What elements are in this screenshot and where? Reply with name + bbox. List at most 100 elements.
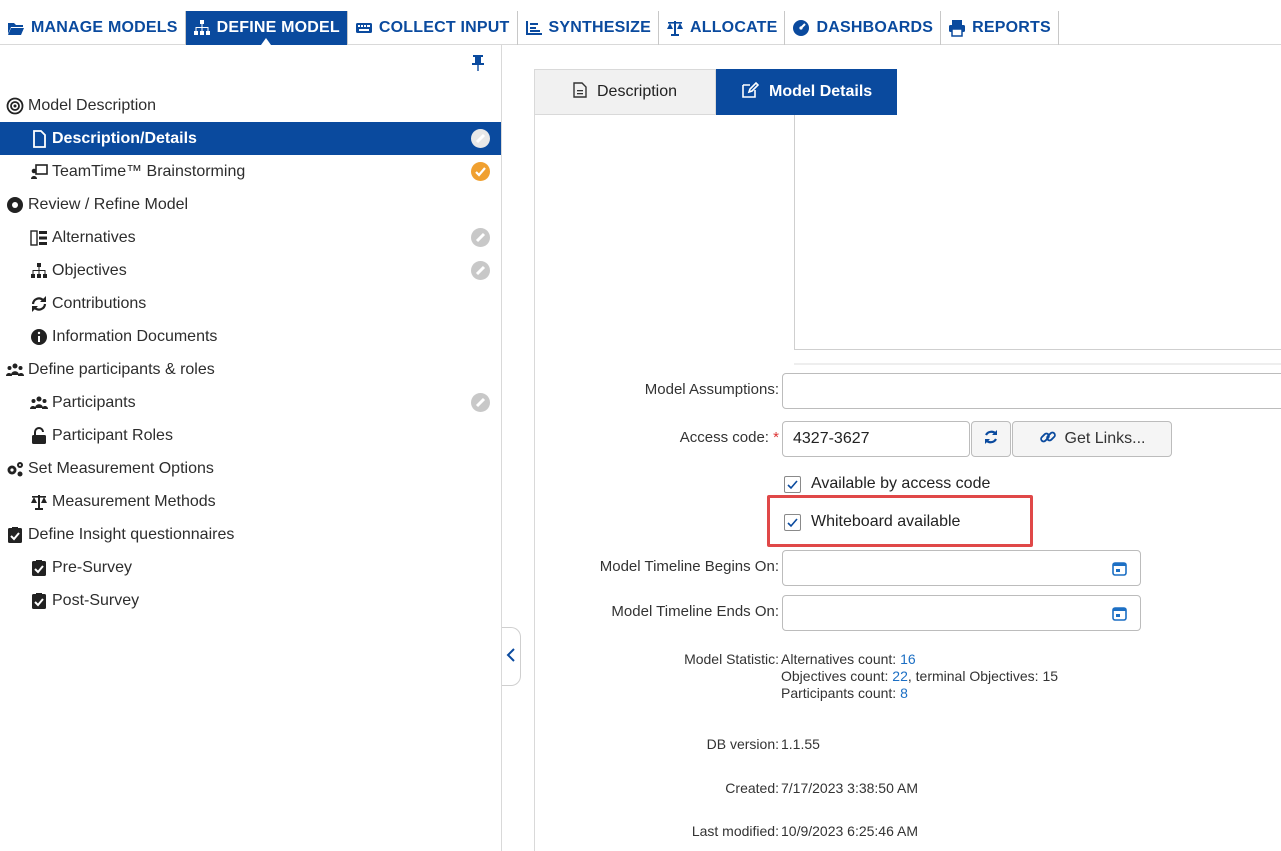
folder-open-icon bbox=[7, 19, 25, 37]
sidebar-item-label: Pre-Survey bbox=[52, 558, 133, 576]
sidebar-item-label: Participant Roles bbox=[52, 426, 173, 444]
tab-label: Description bbox=[597, 83, 678, 100]
sidebar: Model Description Description/Details Team… bbox=[0, 45, 502, 851]
sidebar-item-label: Information Documents bbox=[52, 327, 218, 345]
objectives-count-link[interactable]: 22 bbox=[892, 668, 908, 684]
db-version-value: 1.1.55 bbox=[781, 736, 820, 752]
nav-label: DEFINE MODEL bbox=[216, 19, 340, 36]
circle-icon bbox=[6, 196, 24, 214]
sidebar-item-define-participants-roles[interactable]: Define participants & roles bbox=[0, 353, 501, 386]
link-icon bbox=[1039, 428, 1057, 451]
alternatives-count-line: Alternatives count: 16 bbox=[781, 651, 1058, 668]
sidebar-item-pre-survey[interactable]: Pre-Survey bbox=[0, 551, 501, 584]
nav-manage-models[interactable]: MANAGE MODELS bbox=[0, 11, 186, 45]
created-label: Created: bbox=[725, 780, 779, 796]
sidebar-item-label: Post-Survey bbox=[52, 591, 140, 609]
nav-allocate[interactable]: ALLOCATE bbox=[659, 11, 786, 45]
objectives-count-line: Objectives count: 22, terminal Objective… bbox=[781, 668, 1058, 685]
chevron-left-icon bbox=[506, 647, 516, 666]
sidebar-item-participant-roles[interactable]: Participant Roles bbox=[0, 419, 501, 452]
sidebar-item-model-description[interactable]: Model Description bbox=[0, 89, 501, 122]
sidebar-item-review-refine-model[interactable]: Review / Refine Model bbox=[0, 188, 501, 221]
cogs-icon bbox=[6, 460, 24, 478]
sidebar-item-description-details[interactable]: Description/Details bbox=[0, 122, 501, 155]
model-description-editor[interactable] bbox=[794, 115, 1281, 350]
nav-collect-input[interactable]: COLLECT INPUT bbox=[348, 11, 518, 45]
sidebar-item-teamtime-brainstorming[interactable]: TeamTime™ Brainstorming bbox=[0, 155, 501, 188]
file-text-icon bbox=[573, 81, 587, 103]
list-icon bbox=[30, 229, 48, 247]
tab-label: Model Details bbox=[769, 83, 873, 100]
balance-scale-icon bbox=[666, 19, 684, 37]
users-icon bbox=[30, 394, 48, 412]
sidebar-item-label: Contributions bbox=[52, 294, 147, 312]
alternatives-count-link[interactable]: 16 bbox=[900, 651, 916, 667]
sidebar-item-label: Measurement Methods bbox=[52, 492, 216, 510]
pin-icon[interactable] bbox=[470, 54, 486, 72]
calendar-icon[interactable] bbox=[1112, 561, 1127, 576]
divider bbox=[794, 363, 1281, 365]
collapse-sidebar-button[interactable] bbox=[502, 627, 521, 686]
balance-scale-icon bbox=[30, 493, 48, 511]
available-by-code-option[interactable]: Available by access code bbox=[784, 475, 990, 493]
sidebar-tree: Model Description Description/Details Team… bbox=[0, 89, 501, 617]
main-nav-bar: MANAGE MODELS DEFINE MODEL COLLECT INPUT… bbox=[0, 11, 1059, 45]
calendar-icon[interactable] bbox=[1112, 606, 1127, 621]
sidebar-item-label: Define Insight questionnaires bbox=[28, 525, 235, 543]
tab-model-details[interactable]: Model Details bbox=[716, 69, 898, 115]
status-pending-icon bbox=[471, 393, 490, 412]
gauge-icon bbox=[792, 19, 810, 37]
status-pending-icon bbox=[471, 261, 490, 280]
sidebar-item-define-insight-questionnaires[interactable]: Define Insight questionnaires bbox=[0, 518, 501, 551]
bar-chart-icon bbox=[525, 19, 543, 37]
timeline-begins-input[interactable] bbox=[782, 550, 1141, 586]
main-content: Description Model Details Model Assumpti… bbox=[522, 45, 1281, 851]
nav-reports[interactable]: REPORTS bbox=[941, 11, 1059, 45]
nav-dashboards[interactable]: DASHBOARDS bbox=[785, 11, 942, 45]
presentation-icon bbox=[30, 163, 48, 181]
nav-synthesize[interactable]: SYNTHESIZE bbox=[518, 11, 659, 45]
timeline-begins-label: Model Timeline Begins On: bbox=[599, 558, 779, 575]
model-assumptions-input[interactable] bbox=[782, 373, 1281, 409]
keyboard-icon bbox=[355, 19, 373, 37]
users-icon bbox=[6, 361, 24, 379]
sidebar-item-label: Description/Details bbox=[52, 129, 197, 147]
sidebar-item-objectives[interactable]: Objectives bbox=[0, 254, 501, 287]
status-pending-icon bbox=[471, 129, 490, 148]
participants-count-line: Participants count: 8 bbox=[781, 685, 1058, 702]
file-icon bbox=[30, 129, 48, 148]
tab-bar: Description Model Details bbox=[534, 69, 898, 115]
sidebar-item-label: TeamTime™ Brainstorming bbox=[52, 162, 246, 180]
sitemap-icon bbox=[193, 19, 211, 37]
sidebar-item-contributions[interactable]: Contributions bbox=[0, 287, 501, 320]
participants-count-text: Participants count: bbox=[781, 685, 897, 701]
timeline-ends-input[interactable] bbox=[782, 595, 1141, 631]
sidebar-item-alternatives[interactable]: Alternatives bbox=[0, 221, 501, 254]
terminal-objectives-text: , terminal Objectives: 15 bbox=[907, 668, 1059, 684]
db-version-label: DB version: bbox=[706, 736, 779, 752]
available-by-code-checkbox[interactable] bbox=[784, 475, 801, 493]
nav-label: COLLECT INPUT bbox=[378, 19, 510, 36]
nav-label: ALLOCATE bbox=[689, 19, 778, 36]
participants-count-link[interactable]: 8 bbox=[900, 685, 908, 701]
edit-icon bbox=[741, 81, 760, 104]
tab-description[interactable]: Description bbox=[534, 69, 717, 115]
refresh-icon bbox=[982, 428, 1000, 451]
nav-define-model[interactable]: DEFINE MODEL bbox=[185, 11, 348, 45]
sidebar-item-participants[interactable]: Participants bbox=[0, 386, 501, 419]
regenerate-code-button[interactable] bbox=[971, 421, 1011, 457]
sidebar-item-label: Objectives bbox=[52, 261, 127, 279]
get-links-button[interactable]: Get Links... bbox=[1012, 421, 1172, 457]
sidebar-item-set-measurement-options[interactable]: Set Measurement Options bbox=[0, 452, 501, 485]
created-value: 7/17/2023 3:38:50 AM bbox=[781, 780, 918, 796]
sidebar-item-post-survey[interactable]: Post-Survey bbox=[0, 584, 501, 617]
model-details-panel: Model Assumptions: Access code: * 4327-3… bbox=[534, 115, 1281, 851]
access-code-input[interactable]: 4327-3627 bbox=[782, 421, 970, 457]
status-pending-icon bbox=[471, 228, 490, 247]
sidebar-item-label: Participants bbox=[52, 393, 136, 411]
top-navigation: MANAGE MODELS DEFINE MODEL COLLECT INPUT… bbox=[0, 0, 1281, 45]
clipboard-check-icon bbox=[30, 559, 48, 577]
sidebar-item-information-documents[interactable]: Information Documents bbox=[0, 320, 501, 353]
sidebar-item-measurement-methods[interactable]: Measurement Methods bbox=[0, 485, 501, 518]
model-assumptions-label: Model Assumptions: bbox=[644, 381, 779, 398]
